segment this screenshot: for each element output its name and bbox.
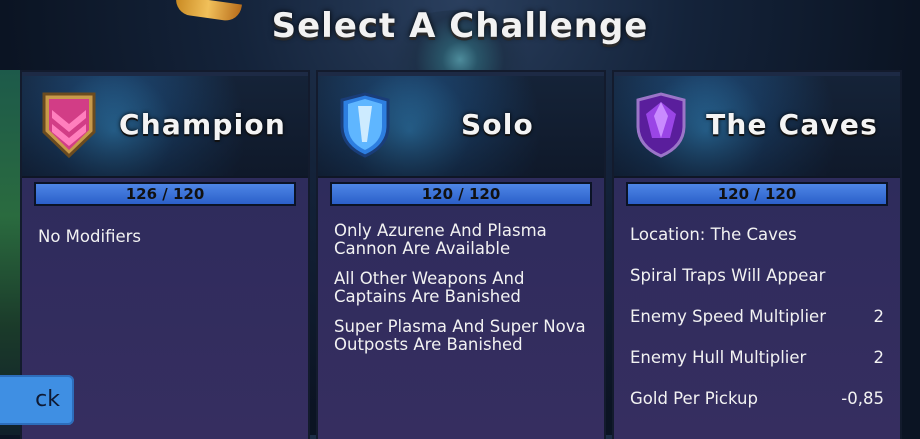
challenge-card-the-caves[interactable]: The Caves 120 / 120 Location: The Caves … bbox=[614, 72, 900, 439]
modifier-item: Only Azurene And Plasma Cannon Are Avail… bbox=[334, 221, 547, 258]
card-title: Champion bbox=[119, 108, 286, 141]
modifier-label: Enemy Speed Multiplier bbox=[630, 307, 826, 326]
modifier-row: Spiral Traps Will Appear bbox=[630, 267, 884, 285]
modifier-list: Location: The Caves Spiral Traps Will Ap… bbox=[630, 226, 884, 431]
modifier-item: Super Plasma And Super Nova Outposts Are… bbox=[334, 317, 586, 354]
card-header: Solo bbox=[318, 76, 604, 178]
progress-text: 120 / 120 bbox=[717, 185, 797, 203]
blue-crystal-shield-icon bbox=[340, 92, 390, 158]
modifier-row: Enemy Hull Multiplier 2 bbox=[630, 349, 884, 367]
modifier-value: -0,85 bbox=[841, 389, 884, 408]
card-title: The Caves bbox=[706, 108, 878, 141]
modifier-label: Gold Per Pickup bbox=[630, 389, 758, 408]
progress-text: 126 / 120 bbox=[125, 185, 205, 203]
purple-gem-shield-icon bbox=[636, 92, 686, 158]
modifier-label: Location: The Caves bbox=[630, 225, 797, 244]
page-title: Select A Challenge bbox=[271, 6, 649, 46]
progress-bar: 120 / 120 bbox=[330, 182, 592, 206]
modifier-value: 2 bbox=[873, 348, 885, 367]
card-header: The Caves bbox=[614, 76, 900, 178]
modifier-label: Enemy Hull Multiplier bbox=[630, 348, 807, 367]
pink-chevron-badge-icon bbox=[42, 92, 96, 159]
progress-text: 120 / 120 bbox=[421, 185, 501, 203]
modifier-row: Location: The Caves bbox=[630, 226, 884, 244]
modifier-label: Spiral Traps Will Appear bbox=[630, 266, 826, 285]
progress-bar: 120 / 120 bbox=[626, 182, 888, 206]
modifier-list: Only Azurene And Plasma Cannon Are Avail… bbox=[334, 222, 588, 366]
modifier-item: No Modifiers bbox=[38, 227, 141, 246]
modifier-row: Gold Per Pickup -0,85 bbox=[630, 390, 884, 408]
modifier-item: All Other Weapons And Captains Are Banis… bbox=[334, 269, 525, 306]
modifier-value: 2 bbox=[873, 307, 885, 326]
card-header: Champion bbox=[22, 76, 308, 178]
card-title: Solo bbox=[460, 108, 534, 141]
modifier-row: Enemy Speed Multiplier 2 bbox=[630, 308, 884, 326]
modifier-list: No Modifiers bbox=[38, 218, 292, 258]
progress-bar: 126 / 120 bbox=[34, 182, 296, 206]
back-button[interactable]: ck bbox=[0, 375, 74, 425]
challenge-card-solo[interactable]: Solo 120 / 120 Only Azurene And Plasma C… bbox=[318, 72, 604, 439]
